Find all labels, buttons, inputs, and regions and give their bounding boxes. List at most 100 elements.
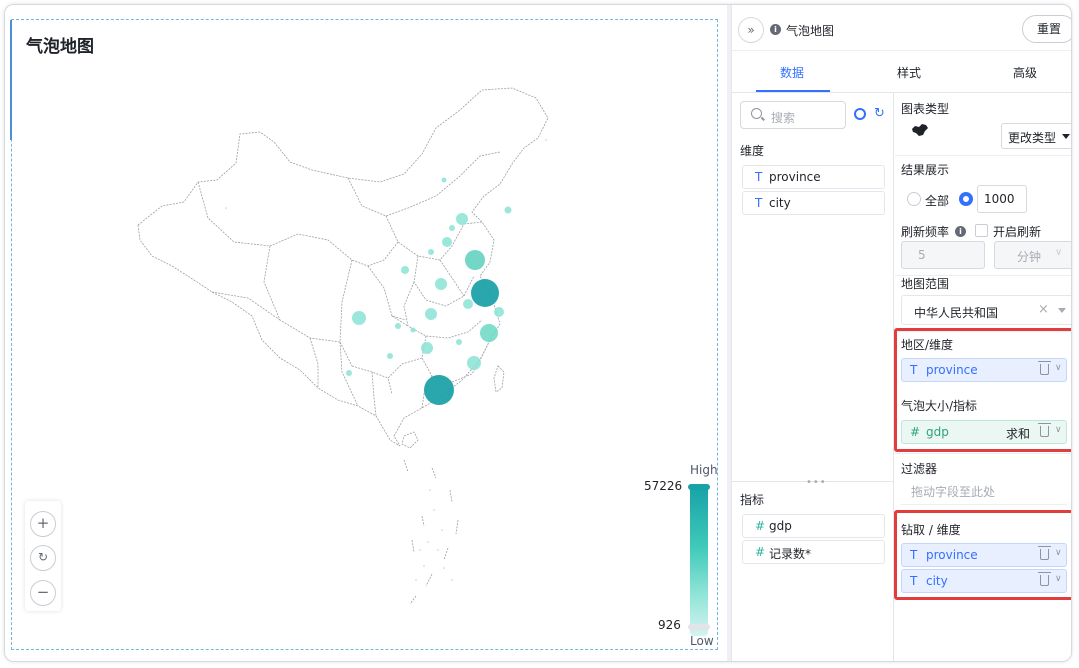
bubble-marker[interactable] bbox=[387, 353, 393, 359]
hainan-outline bbox=[401, 431, 419, 449]
legend-top-handle[interactable] bbox=[688, 484, 710, 490]
bubble-marker[interactable] bbox=[449, 225, 455, 231]
refresh-interval-input[interactable]: 5 bbox=[901, 241, 985, 269]
chevron-down-icon[interactable]: ∨ bbox=[1055, 548, 1062, 558]
china-map-icon bbox=[912, 124, 928, 136]
panel-tabs: 数据 样式 高级 bbox=[732, 51, 1071, 93]
clear-icon[interactable]: × bbox=[1038, 302, 1049, 317]
radio-limit[interactable] bbox=[959, 192, 973, 206]
bubble-marker[interactable] bbox=[480, 324, 498, 342]
panel-title: 气泡地图 bbox=[786, 24, 835, 38]
bubble-marker[interactable] bbox=[494, 307, 504, 317]
chart-canvas: 气泡地图 High 57226 926 Low + ↻ − bbox=[5, 5, 727, 661]
refresh-interval-value: 5 bbox=[918, 248, 926, 262]
caret-down-icon bbox=[1058, 308, 1066, 313]
aggregation-label[interactable]: 求和 bbox=[1006, 425, 1030, 442]
panel-header: » i 气泡地图 重置 bbox=[732, 5, 1071, 51]
province-borders-west bbox=[197, 181, 407, 367]
bubble-marker[interactable] bbox=[435, 278, 447, 290]
bubble-size-label: 气泡大小/指标 bbox=[901, 399, 978, 413]
refresh-frequency-label: 刷新频率 bbox=[901, 225, 950, 239]
bubble-marker[interactable] bbox=[465, 250, 485, 270]
bubble-size-chip[interactable]: # gdp 求和 ∨ bbox=[901, 420, 1067, 444]
chip-field-name: gdp bbox=[926, 425, 949, 439]
refresh-unit-select[interactable]: 分钟 ∨ bbox=[994, 241, 1071, 269]
chart-type-label: 图表类型 bbox=[901, 102, 950, 116]
chevron-down-icon: ∨ bbox=[1055, 247, 1063, 258]
drill-chip-city[interactable]: T city ∨ bbox=[901, 569, 1067, 593]
bubble-marker[interactable] bbox=[441, 177, 447, 183]
trash-icon[interactable] bbox=[1038, 572, 1051, 586]
tab-style[interactable]: 样式 bbox=[897, 64, 921, 81]
drill-chip-province[interactable]: T province ∨ bbox=[901, 543, 1067, 567]
drag-handle-icon[interactable]: ••• bbox=[806, 477, 827, 488]
caret-down-icon bbox=[1062, 134, 1070, 139]
dimension-field-city[interactable]: T city bbox=[742, 191, 885, 215]
text-type-icon: T bbox=[910, 548, 918, 562]
measure-section-label: 指标 bbox=[740, 493, 765, 507]
tab-data[interactable]: 数据 bbox=[780, 64, 804, 81]
chart-editor-panel: » i 气泡地图 重置 数据 样式 高级 搜索 ↻ 维度 T province bbox=[731, 5, 1071, 661]
map-zoom-controls: + ↻ − bbox=[25, 501, 61, 611]
text-type-icon: T bbox=[755, 170, 763, 184]
result-limit-input[interactable]: 1000 bbox=[977, 185, 1027, 213]
dimension-field-province[interactable]: T province bbox=[742, 165, 885, 189]
refresh-icon[interactable]: ↻ bbox=[874, 107, 885, 121]
bubble-marker[interactable] bbox=[442, 237, 452, 247]
change-chart-type-dropdown[interactable]: 更改类型 bbox=[1001, 123, 1071, 149]
bubble-marker[interactable] bbox=[504, 206, 512, 214]
bubble-marker[interactable] bbox=[352, 311, 366, 325]
drill-dimension-label: 钻取 / 维度 bbox=[901, 523, 961, 537]
legend-bottom-handle[interactable] bbox=[688, 624, 710, 630]
south-sea-dashes bbox=[403, 459, 459, 605]
result-display-label: 结果展示 bbox=[901, 163, 950, 177]
bubble-marker[interactable] bbox=[410, 327, 416, 333]
taiwan-outline bbox=[493, 365, 505, 393]
chevron-down-icon[interactable]: ∨ bbox=[1055, 425, 1062, 435]
reset-view-button[interactable]: ↻ bbox=[30, 545, 56, 571]
bubble-marker[interactable] bbox=[456, 213, 468, 225]
area-dimension-chip[interactable]: T province ∨ bbox=[901, 358, 1067, 382]
bubble-marker[interactable] bbox=[428, 249, 434, 255]
trash-icon[interactable] bbox=[1038, 423, 1051, 437]
divider bbox=[895, 331, 1071, 332]
enable-refresh-checkbox[interactable] bbox=[975, 224, 988, 237]
bubble-marker[interactable] bbox=[395, 323, 401, 329]
result-limit-value: 1000 bbox=[984, 192, 1015, 206]
trash-icon[interactable] bbox=[1038, 546, 1051, 560]
text-type-icon: T bbox=[910, 363, 918, 377]
enable-refresh-label: 开启刷新 bbox=[993, 225, 1042, 239]
gear-icon[interactable] bbox=[854, 108, 866, 120]
change-type-label: 更改类型 bbox=[1008, 131, 1057, 145]
number-type-icon: # bbox=[910, 425, 921, 439]
bubble-marker[interactable] bbox=[424, 375, 454, 405]
chevron-down-icon[interactable]: ∨ bbox=[1055, 363, 1062, 373]
tab-advanced[interactable]: 高级 bbox=[1013, 64, 1037, 81]
collapse-panel-button[interactable]: » bbox=[738, 17, 764, 43]
measure-field-gdp[interactable]: # gdp bbox=[742, 514, 885, 538]
china-map[interactable] bbox=[12, 20, 719, 651]
trash-icon[interactable] bbox=[1038, 361, 1051, 375]
bubble-marker[interactable] bbox=[425, 308, 437, 320]
bubble-map-chart[interactable]: 气泡地图 High 57226 926 Low bbox=[10, 19, 719, 651]
measure-field-record-count[interactable]: # 记录数* bbox=[742, 540, 885, 564]
zoom-in-button[interactable]: + bbox=[30, 511, 56, 537]
bubble-marker[interactable] bbox=[471, 279, 499, 307]
number-type-icon: # bbox=[755, 519, 766, 533]
bubble-marker[interactable] bbox=[421, 342, 433, 354]
map-range-select[interactable]: 中华人民共和国 × bbox=[901, 295, 1071, 325]
bubble-marker[interactable] bbox=[467, 356, 481, 370]
bubble-marker[interactable] bbox=[346, 370, 352, 376]
field-name: 记录数* bbox=[769, 547, 812, 561]
bubble-marker[interactable] bbox=[401, 266, 409, 274]
bubble-marker[interactable] bbox=[463, 299, 473, 309]
filter-drop-zone[interactable]: 拖动字段至此处 bbox=[901, 479, 1067, 505]
field-search-input[interactable]: 搜索 bbox=[740, 101, 846, 129]
bubble-marker[interactable] bbox=[456, 339, 462, 345]
chevron-down-icon[interactable]: ∨ bbox=[1055, 574, 1062, 584]
field-name: city bbox=[769, 196, 791, 210]
zoom-out-button[interactable]: − bbox=[30, 580, 56, 606]
radio-all[interactable] bbox=[907, 192, 921, 206]
reset-button[interactable]: 重置 bbox=[1022, 15, 1071, 43]
dimension-section-label: 维度 bbox=[740, 144, 765, 158]
